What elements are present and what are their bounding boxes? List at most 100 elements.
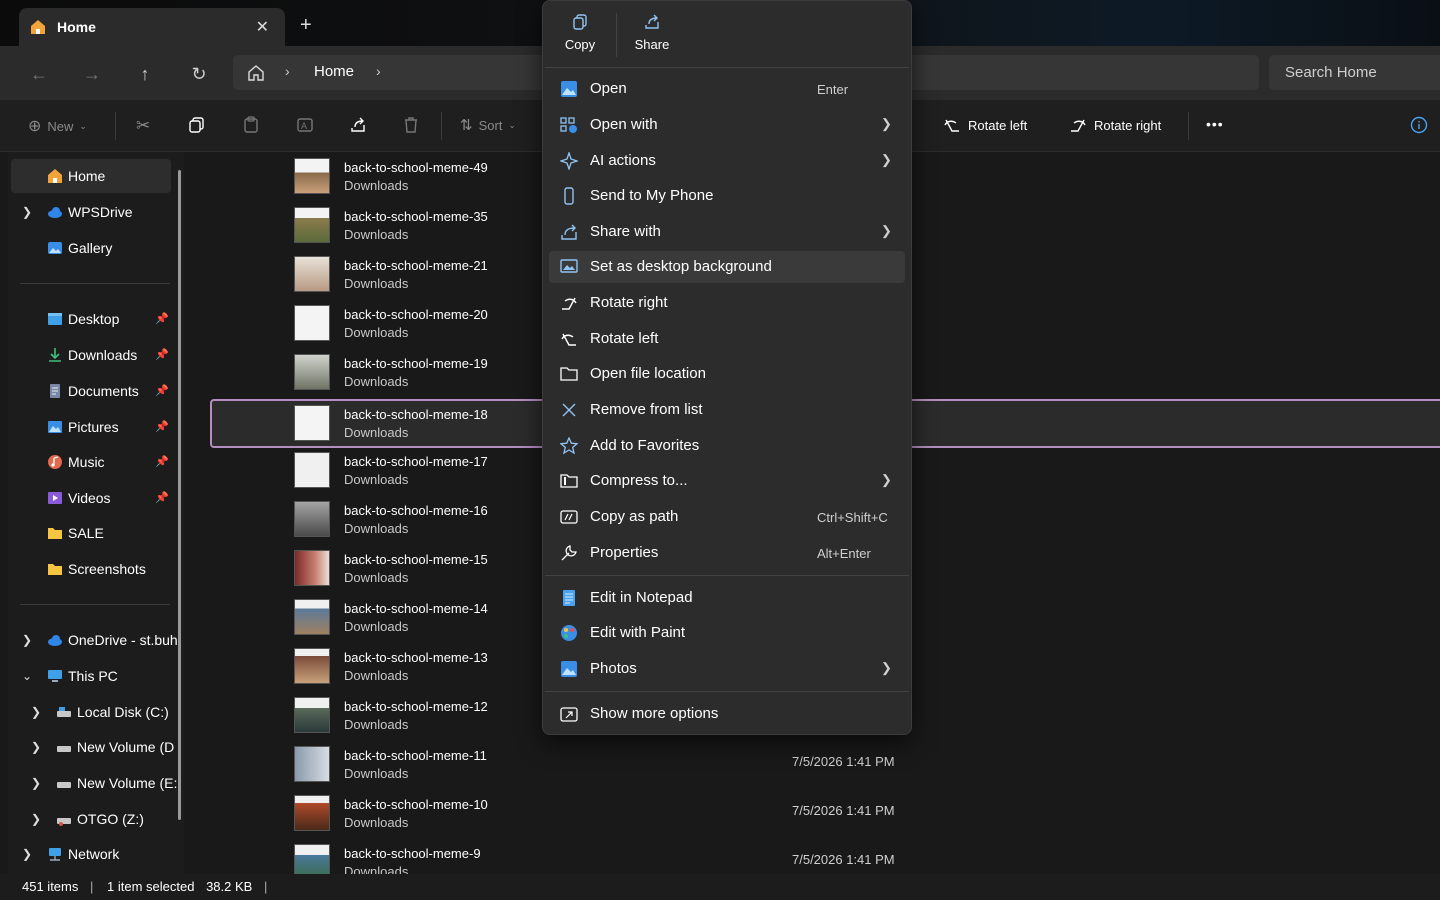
share-quick-action[interactable]: Share — [622, 13, 682, 52]
rotate-right-button[interactable]: Rotate right — [1068, 116, 1161, 134]
sidebar-item-wpsdrive[interactable]: ❯ WPSDrive — [11, 195, 171, 229]
file-name: back-to-school-meme-13 — [344, 650, 488, 665]
sidebar-item-desktop[interactable]: Desktop 📌 — [11, 302, 171, 336]
chevron-right-icon[interactable]: ❯ — [22, 847, 32, 861]
chevron-right-icon[interactable]: ❯ — [31, 705, 41, 719]
chevron-right-icon[interactable]: › — [376, 63, 381, 79]
back-arrow-icon[interactable]: ← — [29, 64, 49, 84]
sidebar-item-label: This PC — [68, 668, 118, 684]
sidebar-item-this-pc[interactable]: ⌄ This PC — [11, 659, 171, 693]
sidebar-item-documents[interactable]: Documents 📌 — [11, 374, 171, 408]
file-row[interactable]: back-to-school-meme-10 Downloads 7/5/202… — [192, 789, 1440, 838]
menu-item-add-to-favorites[interactable]: Add to Favorites — [549, 430, 905, 462]
file-row[interactable]: back-to-school-meme-9 Downloads 7/5/2026… — [192, 838, 1440, 874]
rotate-left-button[interactable]: Rotate left — [942, 116, 1027, 134]
menu-item-edit-with-paint[interactable]: Edit with Paint — [549, 617, 905, 649]
sidebar-item-music[interactable]: Music 📌 — [11, 445, 171, 479]
menu-shortcut: Ctrl+Shift+C — [817, 510, 888, 525]
drive-icon — [57, 782, 71, 788]
copy-quick-action[interactable]: Copy — [550, 13, 610, 52]
menu-item-open-file-location[interactable]: Open file location — [549, 358, 905, 390]
sidebar-item-label: SALE — [68, 525, 104, 541]
close-tab-icon[interactable]: ✕ — [256, 17, 269, 37]
pin-icon[interactable]: 📌 — [155, 312, 169, 325]
menu-item-set-desktop-background[interactable]: Set as desktop background — [549, 251, 905, 283]
file-location: Downloads — [344, 521, 409, 536]
paste-icon[interactable] — [242, 116, 260, 134]
search-input[interactable]: Search Home — [1269, 55, 1440, 90]
menu-item-copy-as-path[interactable]: Copy as path Ctrl+Shift+C — [549, 501, 905, 533]
star-icon — [560, 437, 578, 455]
details-pane-icon[interactable] — [1410, 116, 1428, 134]
cloud-icon — [48, 207, 62, 218]
new-button[interactable]: ⊕ New ⌄ — [28, 116, 87, 136]
sidebar-item-otgo-z[interactable]: ❯ OTGO (Z:) — [20, 802, 180, 836]
file-row[interactable]: back-to-school-meme-11 Downloads 7/5/202… — [192, 740, 1440, 789]
sidebar-item-home[interactable]: Home — [11, 159, 171, 193]
menu-item-edit-in-notepad[interactable]: Edit in Notepad — [549, 582, 905, 614]
sidebar-item-onedrive[interactable]: ❯ OneDrive - st.buh — [11, 623, 178, 657]
sidebar-item-pictures[interactable]: Pictures 📌 — [11, 410, 171, 444]
menu-item-photos[interactable]: Photos ❯ — [549, 653, 905, 685]
pin-icon[interactable]: 📌 — [155, 348, 169, 361]
folder-icon — [48, 528, 62, 539]
chevron-right-icon[interactable]: ❯ — [31, 812, 41, 826]
sort-icon: ⇅ — [460, 117, 473, 134]
sidebar-item-new-volume-d[interactable]: ❯ New Volume (D — [20, 730, 180, 764]
menu-item-label: Add to Favorites — [590, 437, 700, 454]
menu-item-send-to-phone[interactable]: Send to My Phone — [549, 180, 905, 212]
file-explorer-window: Home ✕ + ← → ↑ ↻ › Home › Search Home ⊕ … — [0, 0, 1440, 900]
sort-button[interactable]: ⇅ Sort ⌄ — [460, 116, 516, 134]
menu-item-label: AI actions — [590, 152, 656, 169]
menu-item-share-with[interactable]: Share with ❯ — [549, 216, 905, 248]
tab-home[interactable]: Home ✕ — [19, 8, 285, 46]
chevron-right-icon[interactable]: › — [285, 63, 290, 79]
menu-item-show-more-options[interactable]: Show more options — [549, 698, 905, 730]
chevron-right-icon[interactable]: ❯ — [31, 740, 41, 754]
share-icon[interactable] — [349, 116, 367, 134]
menu-item-remove-from-list[interactable]: Remove from list — [549, 394, 905, 426]
sidebar-item-label: Gallery — [68, 240, 113, 256]
pin-icon[interactable]: 📌 — [155, 491, 169, 504]
pin-icon[interactable]: 📌 — [155, 384, 169, 397]
menu-item-compress-to[interactable]: Compress to... ❯ — [549, 465, 905, 497]
cut-icon[interactable]: ✂ — [136, 116, 150, 136]
pin-icon[interactable]: 📌 — [155, 420, 169, 433]
plus-circle-icon: ⊕ — [28, 118, 42, 135]
sidebar-item-local-disk-c[interactable]: ❯ Local Disk (C:) — [20, 695, 180, 729]
file-thumbnail — [294, 354, 330, 390]
pin-icon[interactable]: 📌 — [155, 455, 169, 468]
menu-item-open[interactable]: Open Enter — [549, 73, 905, 105]
chevron-right-icon[interactable]: ❯ — [22, 633, 32, 647]
up-arrow-icon[interactable]: ↑ — [135, 64, 155, 84]
sidebar-item-videos[interactable]: Videos 📌 — [11, 481, 171, 515]
file-thumbnail — [294, 844, 330, 874]
sidebar-scrollbar[interactable] — [178, 170, 181, 820]
more-options-button[interactable]: ••• — [1206, 116, 1224, 132]
menu-item-ai-actions[interactable]: AI actions ❯ — [549, 145, 905, 177]
new-tab-button[interactable]: + — [300, 15, 312, 35]
menu-item-properties[interactable]: Properties Alt+Enter — [549, 537, 905, 569]
chevron-right-icon[interactable]: ❯ — [31, 776, 41, 790]
sidebar-item-screenshots[interactable]: Screenshots — [11, 552, 171, 586]
sidebar-item-downloads[interactable]: Downloads 📌 — [11, 338, 171, 372]
status-bar: 451 items | 1 item selected 38.2 KB | — [0, 874, 1440, 900]
rename-icon[interactable]: A — [296, 116, 314, 134]
breadcrumb-home[interactable]: Home — [314, 63, 354, 80]
chevron-right-icon[interactable]: ❯ — [22, 205, 32, 219]
copy-icon[interactable] — [188, 116, 206, 134]
drive-icon — [57, 746, 71, 752]
selection-count: 1 item selected — [107, 879, 195, 894]
menu-item-open-with[interactable]: Open with ❯ — [549, 109, 905, 141]
refresh-icon[interactable]: ↻ — [189, 64, 209, 84]
chevron-down-icon[interactable]: ⌄ — [22, 669, 32, 683]
sidebar-item-gallery[interactable]: Gallery — [11, 231, 171, 265]
forward-arrow-icon[interactable]: → — [82, 64, 102, 84]
delete-icon[interactable] — [402, 116, 420, 134]
menu-item-rotate-left[interactable]: Rotate left — [549, 323, 905, 355]
sidebar-item-network[interactable]: ❯ Network — [11, 837, 171, 871]
menu-item-rotate-right[interactable]: Rotate right — [549, 287, 905, 319]
sidebar-item-sale[interactable]: SALE — [11, 516, 171, 550]
home-outline-icon[interactable] — [247, 64, 265, 82]
sidebar-item-new-volume-e[interactable]: ❯ New Volume (E: — [20, 766, 180, 800]
